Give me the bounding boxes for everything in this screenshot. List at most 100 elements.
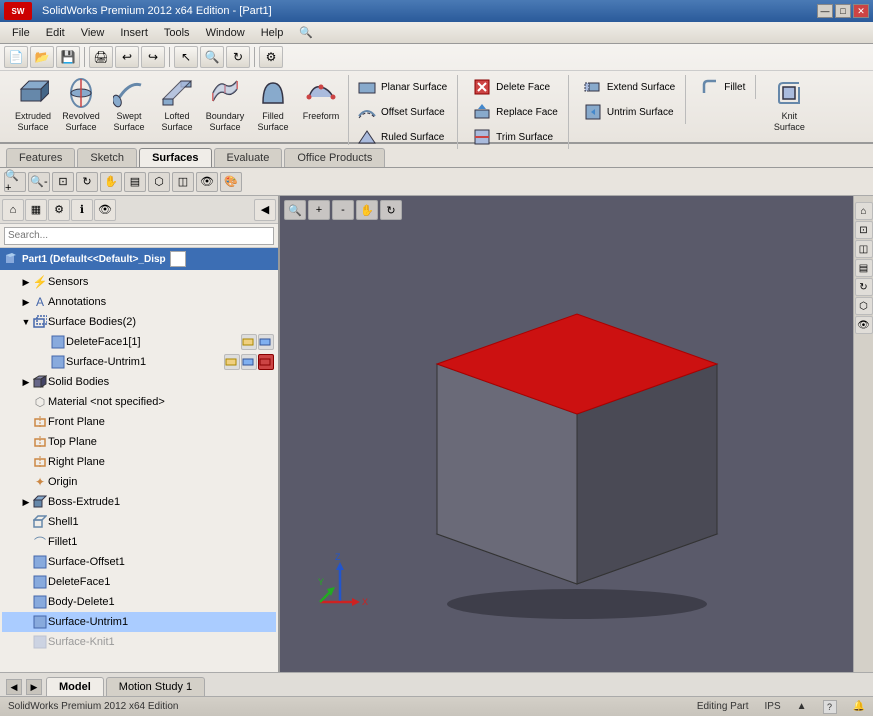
rp-display[interactable]: ⬡	[855, 297, 873, 315]
tab-office-products[interactable]: Office Products	[284, 148, 385, 167]
toolbar-rotate[interactable]: ↻	[226, 46, 250, 68]
menu-window[interactable]: Window	[198, 25, 253, 41]
toolbar-undo[interactable]: ↩	[115, 46, 139, 68]
pan-btn[interactable]: ✋	[100, 172, 122, 192]
panel-btn-home[interactable]: ⌂	[2, 199, 24, 221]
maximize-button[interactable]: □	[835, 4, 851, 18]
toolbar-redo[interactable]: ↪	[141, 46, 165, 68]
action-eye[interactable]	[241, 334, 257, 350]
search-input[interactable]	[4, 227, 274, 245]
tab-surfaces[interactable]: Surfaces	[139, 148, 211, 167]
rp-hide[interactable]: 👁	[855, 316, 873, 334]
tree-solid-bodies[interactable]: ▶ Solid Bodies	[2, 372, 276, 392]
expand-icon[interactable]: ▶	[20, 276, 32, 288]
tree-fillet1[interactable]: ⌒ Fillet1	[2, 532, 276, 552]
btab-motion-study[interactable]: Motion Study 1	[106, 677, 205, 696]
rotate-view-btn[interactable]: ↻	[76, 172, 98, 192]
3d-viewport[interactable]: 🔍 + - ✋ ↻ Z	[280, 196, 873, 672]
toolbar-zoom[interactable]: 🔍	[200, 46, 224, 68]
tree-surface-offset1[interactable]: Surface-Offset1	[2, 552, 276, 572]
rp-rotate[interactable]: ↻	[855, 278, 873, 296]
section-view-btn[interactable]: ▤	[124, 172, 146, 192]
tree-surface-bodies[interactable]: ▼ Surface Bodies(2)	[2, 312, 276, 332]
tree-boss-extrude1[interactable]: ▶ Boss-Extrude1	[2, 492, 276, 512]
tool-boundary-surface[interactable]: Boundary Surface	[202, 75, 248, 135]
menu-help[interactable]: Help	[253, 25, 292, 41]
vp-zoom-btn[interactable]: 🔍	[284, 200, 306, 220]
tree-surface-untrim1[interactable]: Surface-Untrim1	[2, 352, 276, 372]
tool-offset-surface[interactable]: Offset Surface	[353, 100, 451, 124]
menu-edit[interactable]: Edit	[38, 25, 73, 41]
tree-origin[interactable]: ✦ Origin	[2, 472, 276, 492]
action-delete2[interactable]	[258, 354, 274, 370]
tree-annotations[interactable]: ▶ A Annotations	[2, 292, 276, 312]
tree-surface-knit1[interactable]: Surface-Knit1	[2, 632, 276, 652]
panel-btn-props[interactable]: ℹ	[71, 199, 93, 221]
zoom-fit-btn[interactable]: ⊡	[52, 172, 74, 192]
vp-pan-btn[interactable]: ✋	[356, 200, 378, 220]
toolbar-select[interactable]: ↖	[174, 46, 198, 68]
status-help[interactable]: ?	[823, 700, 837, 714]
toolbar-save[interactable]: 💾	[56, 46, 80, 68]
zoom-out-btn[interactable]: 🔍-	[28, 172, 50, 192]
menu-insert[interactable]: Insert	[112, 25, 156, 41]
tree-right-plane[interactable]: Right Plane	[2, 452, 276, 472]
tool-knit-surface[interactable]: Knit Surface	[766, 75, 812, 135]
action-config2[interactable]	[241, 354, 257, 370]
tool-untrim-surface[interactable]: Untrim Surface	[579, 100, 679, 124]
tool-revolved-surface[interactable]: Revolved Surface	[58, 75, 104, 135]
toolbar-print[interactable]: 🖨	[89, 46, 113, 68]
rp-zoom-fit[interactable]: ⊡	[855, 221, 873, 239]
close-button[interactable]: ✕	[853, 4, 869, 18]
tree-deleteface1b[interactable]: DeleteFace1	[2, 572, 276, 592]
toolbar-open[interactable]: 📂	[30, 46, 54, 68]
btab-next[interactable]: ▶	[26, 679, 42, 695]
vp-rotate-btn[interactable]: ↻	[380, 200, 402, 220]
action-config[interactable]	[258, 334, 274, 350]
tree-deleteface1[interactable]: DeleteFace1[1]	[2, 332, 276, 352]
tree-sensors[interactable]: ▶ ⚡ Sensors	[2, 272, 276, 292]
appearance-btn[interactable]: 🎨	[220, 172, 242, 192]
panel-btn-display[interactable]: 👁	[94, 199, 116, 221]
vp-zoom-in-btn[interactable]: +	[308, 200, 330, 220]
display-style-btn[interactable]: ⬡	[148, 172, 170, 192]
tree-surface-untrim1b[interactable]: Surface-Untrim1	[2, 612, 276, 632]
tool-trim-surface[interactable]: Trim Surface	[468, 125, 562, 149]
panel-btn-model[interactable]: ▦	[25, 199, 47, 221]
tree-front-plane[interactable]: Front Plane	[2, 412, 276, 432]
tree-part-header[interactable]: Part1 (Default<<Default>_Disp	[0, 248, 278, 270]
tool-freeform[interactable]: Freeform	[298, 75, 344, 124]
rp-section[interactable]: ▤	[855, 259, 873, 277]
tab-features[interactable]: Features	[6, 148, 75, 167]
panel-btn-config[interactable]: ⚙	[48, 199, 70, 221]
vp-zoom-out-btn[interactable]: -	[332, 200, 354, 220]
tool-filled-surface[interactable]: Filled Surface	[250, 75, 296, 135]
tool-replace-face[interactable]: Replace Face	[468, 100, 562, 124]
tool-lofted-surface[interactable]: Lofted Surface	[154, 75, 200, 135]
rp-home[interactable]: ⌂	[855, 202, 873, 220]
btab-model[interactable]: Model	[46, 677, 104, 696]
tree-top-plane[interactable]: Top Plane	[2, 432, 276, 452]
tool-extruded-surface[interactable]: Extruded Surface	[10, 75, 56, 135]
tool-fillet[interactable]: Fillet	[696, 75, 749, 99]
tree-body-delete1[interactable]: Body-Delete1	[2, 592, 276, 612]
expand-icon[interactable]: ▶	[20, 376, 32, 388]
tree-material[interactable]: ⬡ Material <not specified>	[2, 392, 276, 412]
menu-file[interactable]: File	[4, 25, 38, 41]
menu-search[interactable]: 🔍	[291, 24, 321, 41]
btab-prev[interactable]: ◀	[6, 679, 22, 695]
tool-swept-surface[interactable]: Swept Surface	[106, 75, 152, 135]
menu-view[interactable]: View	[73, 25, 113, 41]
toolbar-new[interactable]: 📄	[4, 46, 28, 68]
toolbar-options[interactable]: ⚙	[259, 46, 283, 68]
tab-sketch[interactable]: Sketch	[77, 148, 137, 167]
view-orient-btn[interactable]: ◫	[172, 172, 194, 192]
rp-views[interactable]: ◫	[855, 240, 873, 258]
hide-show-btn[interactable]: 👁	[196, 172, 218, 192]
tab-evaluate[interactable]: Evaluate	[214, 148, 283, 167]
minimize-button[interactable]: —	[817, 4, 833, 18]
menu-tools[interactable]: Tools	[156, 25, 198, 41]
surface-bodies-expand[interactable]: ▼	[20, 316, 32, 328]
tool-delete-face[interactable]: Delete Face	[468, 75, 562, 99]
tree-shell1[interactable]: Shell1	[2, 512, 276, 532]
